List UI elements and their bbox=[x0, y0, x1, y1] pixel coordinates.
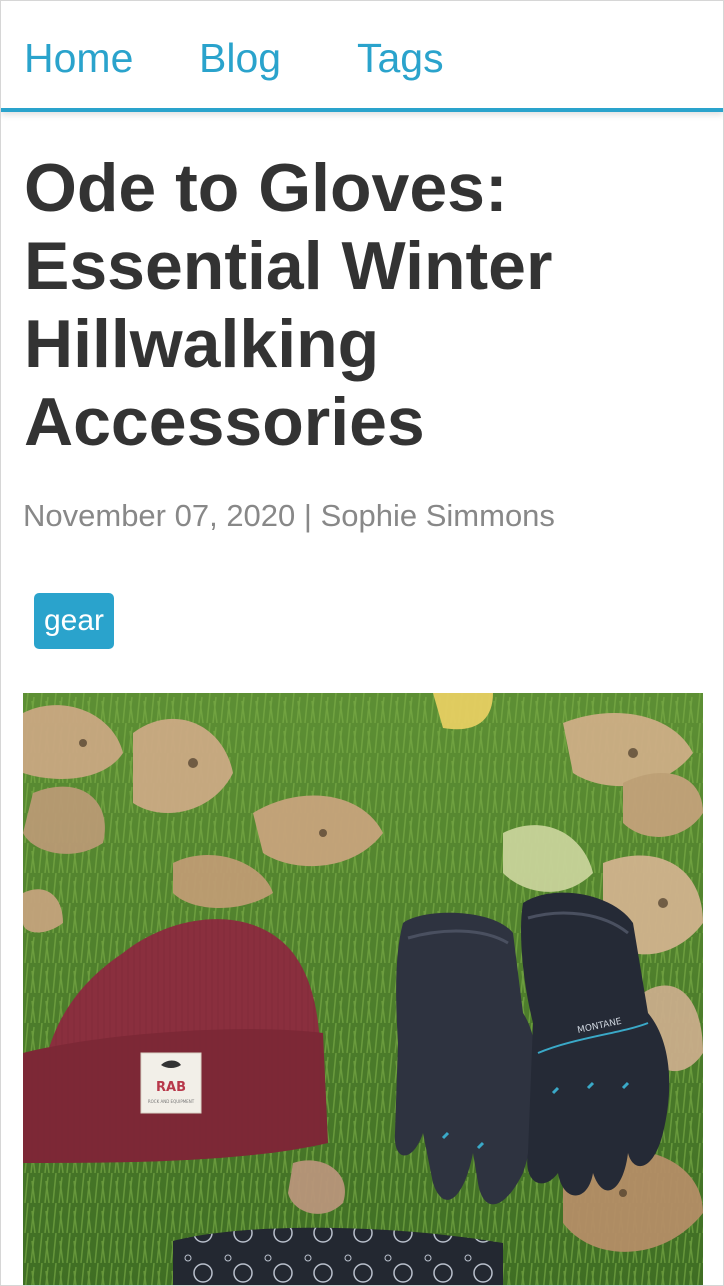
svg-text:ROCK AND EQUIPMENT: ROCK AND EQUIPMENT bbox=[148, 1099, 195, 1104]
meta-separator: | bbox=[303, 498, 312, 533]
bandana-shape bbox=[173, 1227, 503, 1285]
post-meta: November 07, 2020 | Sophie Simmons bbox=[23, 497, 555, 535]
hero-image: RAB ROCK AND EQUIPMENT MONTANE bbox=[23, 693, 703, 1285]
post-title: Ode to Gloves: Essential Winter Hillwalk… bbox=[24, 150, 553, 460]
nav-blog-link[interactable]: Blog bbox=[199, 35, 281, 81]
nav-home-link[interactable]: Home bbox=[24, 35, 133, 81]
post-date: November 07, 2020 bbox=[23, 498, 296, 533]
page-frame: Home Blog Tags Ode to Gloves: Essential … bbox=[0, 0, 724, 1286]
photo-hat-gloves-icon: RAB ROCK AND EQUIPMENT MONTANE bbox=[23, 693, 703, 1285]
post-author: Sophie Simmons bbox=[320, 498, 555, 533]
svg-text:RAB: RAB bbox=[156, 1080, 186, 1095]
nav-tags-link[interactable]: Tags bbox=[357, 35, 444, 81]
top-navbar: Home Blog Tags bbox=[1, 1, 723, 112]
tag-gear[interactable]: gear bbox=[34, 593, 115, 649]
